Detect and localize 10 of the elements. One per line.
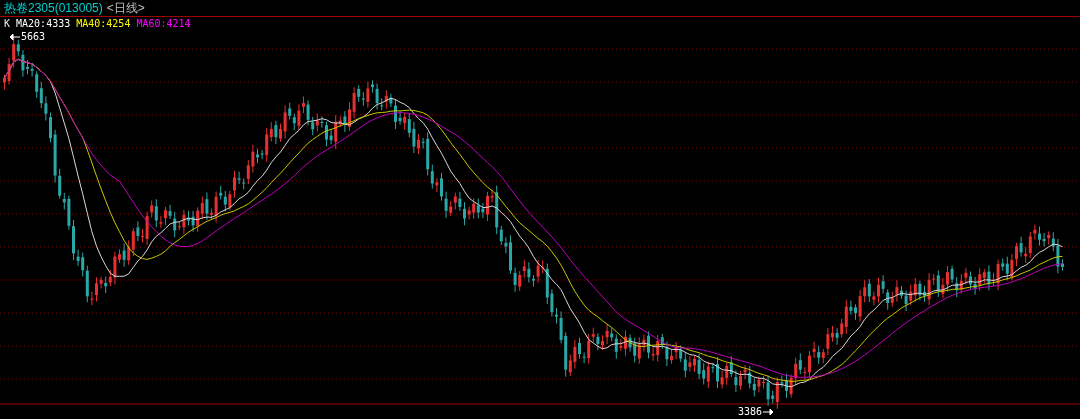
legend-label: K: [4, 18, 11, 29]
legend-label: MA60:4214: [136, 18, 191, 29]
legend-label: MA20:4333: [16, 18, 71, 29]
period-label: <日线>: [106, 2, 145, 14]
low-price-label: 3386: [738, 407, 763, 417]
arrow-left-icon: [10, 34, 20, 40]
legend-label: MA40:4254: [76, 18, 131, 29]
high-price-label: 5663: [21, 32, 46, 42]
chart-title: 热卷2305(013005): [4, 2, 103, 14]
arrow-right-icon: [763, 409, 774, 415]
